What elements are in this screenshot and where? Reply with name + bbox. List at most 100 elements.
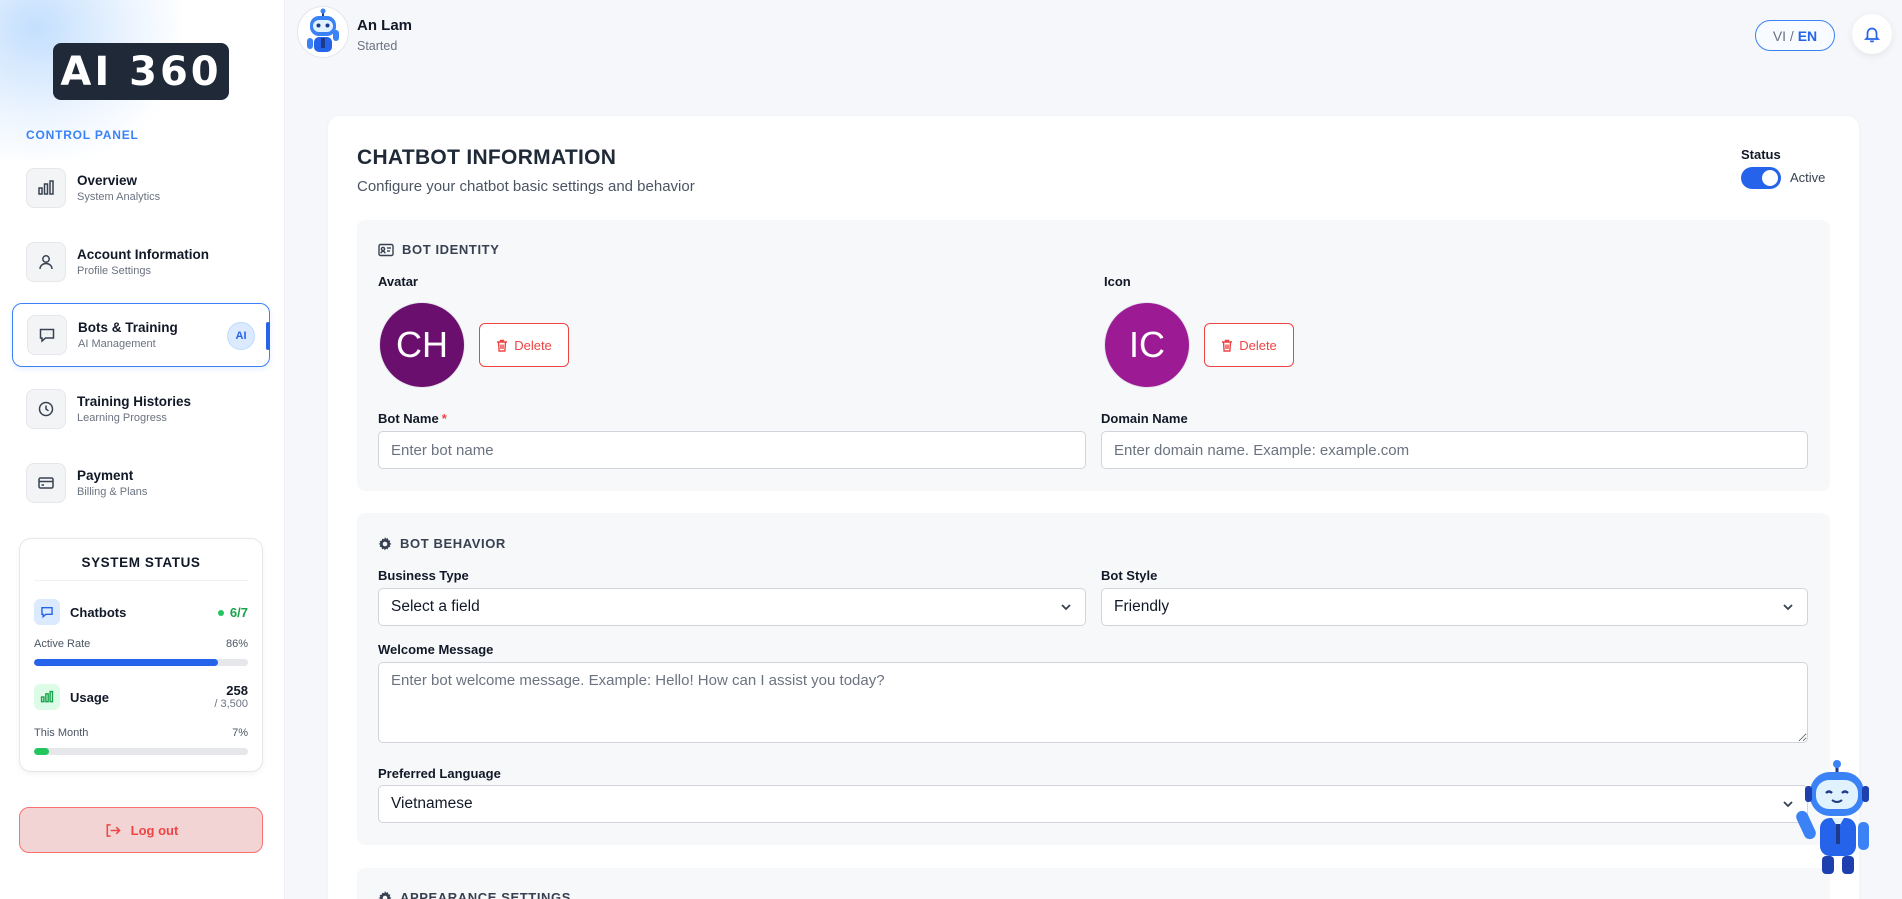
- bot-name-label-text: Bot Name: [378, 411, 439, 426]
- usage-label: Usage: [70, 689, 110, 705]
- appearance-panel: [357, 868, 1830, 899]
- logo[interactable]: AI 360: [53, 43, 229, 100]
- month-row: This Month 7%: [34, 727, 248, 739]
- gear-icon: [378, 890, 392, 899]
- language-toggle[interactable]: VI / EN: [1755, 20, 1835, 51]
- domain-name-input[interactable]: [1101, 431, 1808, 469]
- month-label: This Month: [34, 727, 89, 739]
- usage-stat: Usage 258 / 3,500: [34, 683, 248, 711]
- sidebar-item-overview[interactable]: Overview System Analytics: [12, 156, 270, 220]
- active-rate-fill: [34, 659, 219, 666]
- chatbots-stat: Chatbots 6/7: [34, 599, 248, 625]
- sidebar-item-payment[interactable]: Payment Billing & Plans: [12, 451, 270, 515]
- sidebar-item-bots-training[interactable]: Bots & Training AI Management AI: [12, 303, 270, 367]
- sidebar-item-subtitle: Profile Settings: [77, 265, 151, 277]
- active-rate-row: Active Rate 86%: [34, 638, 248, 650]
- bot-name-label: Bot Name *: [378, 411, 447, 426]
- preferred-language-label: Preferred Language: [378, 766, 501, 781]
- section-label: CONTROL PANEL: [26, 128, 139, 142]
- ai-badge: AI: [227, 322, 255, 350]
- chatbots-value: 6/7: [229, 604, 248, 620]
- sidebar-item-title: Training Histories: [77, 394, 192, 409]
- bot-identity-heading: BOT IDENTITY: [378, 242, 499, 257]
- chat-bubble-icon: [34, 599, 60, 625]
- logout-button[interactable]: Log out: [19, 807, 263, 853]
- bell-icon: [1863, 27, 1881, 43]
- lang-separator: /: [1786, 27, 1798, 44]
- sidebar-item-title: Overview: [77, 173, 138, 188]
- delete-label: Delete: [514, 337, 552, 353]
- business-type-value: Select a field: [391, 598, 480, 615]
- system-status-card: SYSTEM STATUS Chatbots 6/7 Active Rate 8…: [19, 538, 263, 772]
- credit-card-icon: [26, 463, 66, 503]
- notification-button[interactable]: [1852, 14, 1892, 54]
- usage-fill: [34, 748, 49, 755]
- usage-limit: / 3,500: [214, 698, 248, 711]
- chatbots-label: Chatbots: [70, 604, 127, 620]
- avatar-label: Avatar: [378, 274, 418, 289]
- heading-text: APPEARANCE SETTINGS: [400, 890, 572, 899]
- delete-label: Delete: [1239, 337, 1277, 353]
- chevron-down-icon: [1783, 604, 1793, 611]
- bot-style-value: Friendly: [1114, 598, 1170, 615]
- usage-values: 258 / 3,500: [214, 683, 248, 711]
- chatbots-count: 6/7: [217, 604, 248, 620]
- welcome-message-input[interactable]: [378, 662, 1808, 743]
- user-icon: [26, 242, 66, 282]
- active-rate-label: Active Rate: [34, 638, 91, 650]
- heading-text: BOT IDENTITY: [402, 242, 500, 257]
- lang-en[interactable]: EN: [1798, 28, 1817, 44]
- bot-name-input[interactable]: [378, 431, 1086, 469]
- status-toggle[interactable]: [1741, 167, 1781, 189]
- gear-icon: [378, 536, 392, 550]
- chevron-down-icon: [1061, 604, 1071, 611]
- delete-icon-button[interactable]: Delete: [1204, 323, 1294, 367]
- chat-assistant-button[interactable]: [1796, 760, 1874, 878]
- logout-label: Log out: [130, 822, 179, 838]
- toggle-knob: [1762, 170, 1778, 186]
- user-status: Started: [357, 39, 398, 53]
- sidebar-item-training-histories[interactable]: Training Histories Learning Progress: [12, 377, 270, 441]
- sidebar-item-account[interactable]: Account Information Profile Settings: [12, 230, 270, 294]
- active-indicator: [266, 322, 270, 350]
- active-rate-value: 86%: [225, 638, 248, 650]
- sidebar-item-subtitle: Learning Progress: [77, 412, 167, 424]
- business-type-select[interactable]: Select a field: [378, 588, 1086, 626]
- sidebar-item-title: Payment: [77, 468, 134, 483]
- usage-bar: [34, 748, 248, 755]
- sidebar-item-subtitle: Billing & Plans: [77, 486, 148, 498]
- user-avatar[interactable]: [297, 6, 349, 58]
- appearance-heading: APPEARANCE SETTINGS: [378, 890, 571, 899]
- user-name: An Lam: [357, 17, 413, 34]
- icon-label: Icon: [1104, 274, 1131, 289]
- status-value: Active: [1790, 170, 1826, 185]
- delete-avatar-button[interactable]: Delete: [479, 323, 569, 367]
- preferred-language-select[interactable]: Vietnamese: [378, 785, 1808, 823]
- sidebar-item-subtitle: AI Management: [78, 338, 156, 350]
- sidebar: AI 360 CONTROL PANEL Overview System Ana…: [0, 0, 285, 899]
- bot-style-label: Bot Style: [1101, 568, 1158, 583]
- id-card-icon: [378, 243, 394, 256]
- robot-avatar-icon: [307, 8, 339, 52]
- bot-behavior-heading: BOT BEHAVIOR: [378, 536, 506, 551]
- chevron-down-icon: [1783, 801, 1793, 808]
- lang-vi[interactable]: VI: [1773, 28, 1786, 44]
- domain-name-label: Domain Name: [1101, 411, 1188, 426]
- bot-icon[interactable]: IC: [1104, 302, 1190, 388]
- bot-style-select[interactable]: Friendly: [1101, 588, 1808, 626]
- preferred-language-value: Vietnamese: [391, 795, 473, 812]
- clock-icon: [26, 389, 66, 429]
- divider: [34, 580, 248, 581]
- bot-avatar[interactable]: CH: [379, 302, 465, 388]
- required-marker: *: [441, 411, 447, 426]
- month-value: 7%: [232, 727, 248, 739]
- bar-chart-icon: [34, 684, 60, 711]
- chat-bubble-icon: [27, 315, 67, 355]
- active-rate-bar: [34, 659, 248, 666]
- business-type-label: Business Type: [378, 568, 469, 583]
- sidebar-item-title: Bots & Training: [78, 320, 178, 335]
- sidebar-item-subtitle: System Analytics: [77, 191, 161, 203]
- online-dot: [217, 610, 224, 617]
- bar-chart-icon: [26, 168, 66, 208]
- page-title: CHATBOT INFORMATION: [357, 146, 617, 169]
